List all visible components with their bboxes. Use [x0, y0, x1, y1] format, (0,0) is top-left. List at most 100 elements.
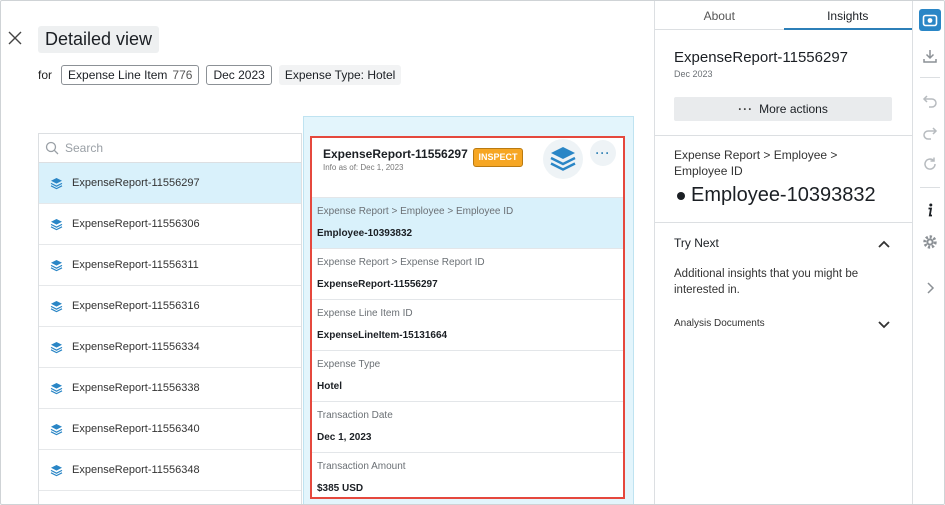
layers-icon — [50, 382, 63, 395]
list-item-label: ExpenseReport-11556338 — [72, 382, 200, 394]
search-box — [39, 134, 301, 163]
card-field[interactable]: Expense Report > Employee > Employee ID … — [312, 198, 623, 249]
detail-card: ExpenseReport-11556297 Info as of: Dec 1… — [310, 136, 625, 499]
undo-icon — [922, 95, 937, 108]
inspect-badge[interactable]: INSPECT — [473, 148, 523, 167]
list-item-label: ExpenseReport-11556340 — [72, 423, 200, 435]
ellipsis-icon: ··· — [738, 102, 754, 116]
info-icon — [928, 203, 933, 217]
layers-icon — [550, 147, 576, 171]
camera-icon — [922, 14, 938, 27]
more-actions-button[interactable]: ··· More actions — [674, 97, 892, 121]
collapse-try-next-button[interactable] — [877, 237, 891, 256]
card-field[interactable]: Expense Type Hotel — [312, 351, 623, 402]
panel-tabs: About Insights — [655, 1, 912, 30]
chevron-up-icon — [878, 240, 890, 248]
chip-label: Expense Line Item — [68, 68, 168, 82]
divider — [655, 135, 913, 136]
rail-divider — [920, 187, 940, 188]
layers-icon — [50, 259, 63, 272]
field-label: Transaction Amount — [317, 461, 406, 472]
download-icon — [923, 50, 937, 63]
expand-analysis-button[interactable] — [877, 317, 891, 336]
close-icon — [8, 31, 22, 45]
insight-value: Employee-10393832 — [677, 184, 876, 207]
card-field[interactable]: Transaction Date Dec 1, 2023 — [312, 402, 623, 453]
list-item-label: ExpenseReport-11556316 — [72, 300, 200, 312]
filter-row: for Expense Line Item 776 Dec 2023 Expen… — [38, 65, 402, 85]
refresh-button[interactable] — [919, 153, 941, 175]
list-item[interactable]: ExpenseReport-11556306 — [39, 204, 301, 245]
info-button[interactable] — [919, 199, 941, 221]
tab-insights[interactable]: Insights — [783, 1, 913, 30]
card-field[interactable]: Expense Report > Expense Report ID Expen… — [312, 249, 623, 300]
detailed-view-app: Detailed view for Expense Line Item 776 … — [0, 0, 945, 505]
close-button[interactable] — [5, 28, 25, 48]
chip-expense-type[interactable]: Expense Type: Hotel — [278, 65, 402, 85]
redo-icon — [923, 127, 938, 140]
card-header: ExpenseReport-11556297 Info as of: Dec 1… — [312, 138, 623, 198]
list-item[interactable]: ExpenseReport-11556316 — [39, 286, 301, 327]
card-title: ExpenseReport-11556297 — [323, 147, 468, 161]
list-item[interactable]: ExpenseReport-11556334 — [39, 327, 301, 368]
insight-path: Expense Report > Employee > Employee ID — [674, 148, 838, 178]
try-next-heading: Try Next — [674, 236, 719, 250]
tab-about[interactable]: About — [655, 1, 784, 29]
field-value: ExpenseReport-11556297 — [317, 279, 438, 290]
chevron-right-icon — [927, 282, 935, 294]
list-item[interactable]: ExpenseReport-11556311 — [39, 245, 301, 286]
layers-icon — [50, 464, 63, 477]
chevron-down-icon — [878, 321, 890, 329]
list-item[interactable]: ExpenseReport-11556340 — [39, 409, 301, 450]
list-item[interactable]: ExpenseReport-11556297 — [39, 163, 301, 204]
layers-icon — [50, 341, 63, 354]
search-input[interactable] — [65, 141, 285, 155]
list-item-label: ExpenseReport-11556348 — [72, 464, 200, 476]
insights-panel: About Insights ExpenseReport-11556297 De… — [654, 1, 913, 504]
undo-button[interactable] — [919, 89, 941, 111]
card-field[interactable]: Transaction Amount $385 USD — [312, 453, 623, 497]
for-label: for — [38, 68, 53, 82]
chip-date[interactable]: Dec 2023 — [206, 65, 272, 85]
record-list: ExpenseReport-11556297 ExpenseReport-115… — [39, 163, 301, 491]
chip-label: Expense Type: Hotel — [284, 68, 396, 82]
layers-icon — [50, 218, 63, 231]
field-label: Transaction Date — [317, 410, 393, 421]
record-list-panel: ExpenseReport-11556297 ExpenseReport-115… — [38, 133, 302, 504]
layers-icon — [50, 177, 63, 190]
camera-button[interactable] — [919, 9, 941, 31]
chip-label: Dec 2023 — [213, 68, 265, 82]
try-next-description: Additional insights that you might be in… — [674, 268, 859, 296]
more-actions-label: More actions — [759, 102, 828, 116]
list-item[interactable]: ExpenseReport-11556338 — [39, 368, 301, 409]
card-subtitle: Info as of: Dec 1, 2023 — [323, 163, 404, 172]
list-item-label: ExpenseReport-11556334 — [72, 341, 200, 353]
redo-button[interactable] — [919, 121, 941, 143]
refresh-icon — [924, 157, 936, 170]
analysis-documents-label[interactable]: Analysis Documents — [674, 318, 765, 329]
card-object-icon-wrap — [543, 139, 583, 179]
tool-rail — [912, 1, 944, 504]
list-item-label: ExpenseReport-11556297 — [72, 177, 200, 189]
list-item[interactable]: ExpenseReport-11556348 — [39, 450, 301, 491]
gear-icon — [923, 235, 937, 249]
layers-icon — [50, 423, 63, 436]
divider — [655, 222, 913, 223]
panel-title: ExpenseReport-11556297 — [674, 49, 849, 66]
layers-icon — [50, 300, 63, 313]
field-value: ExpenseLineItem-15131664 — [317, 330, 448, 341]
chip-count: 776 — [172, 68, 193, 82]
chip-expense-line-item[interactable]: Expense Line Item 776 — [61, 65, 200, 85]
page-title: Detailed view — [38, 26, 160, 53]
card-more-button[interactable]: ··· — [590, 140, 616, 166]
list-item-label: ExpenseReport-11556306 — [72, 218, 200, 230]
bullet-icon — [677, 191, 685, 200]
settings-button[interactable] — [919, 231, 941, 253]
field-label: Expense Report > Employee > Employee ID — [317, 206, 514, 217]
insight-value-text: Employee-10393832 — [691, 184, 876, 206]
expand-panel-button[interactable] — [919, 277, 941, 299]
card-field[interactable]: Expense Line Item ID ExpenseLineItem-151… — [312, 300, 623, 351]
field-value: $385 USD — [317, 483, 364, 494]
field-value: Hotel — [317, 381, 342, 392]
download-button[interactable] — [919, 45, 941, 67]
